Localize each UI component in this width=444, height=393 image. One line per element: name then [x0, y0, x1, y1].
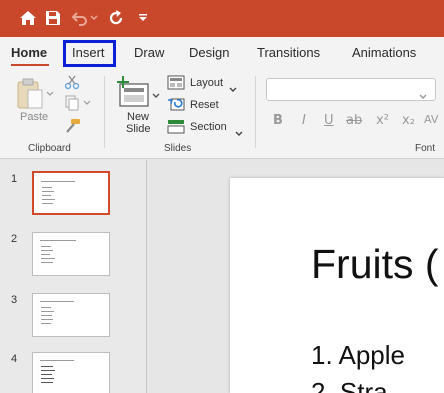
slides-group-label: Slides [164, 143, 192, 154]
clipboard-group-label: Clipboard [28, 143, 71, 154]
undo-icon[interactable] [70, 8, 90, 28]
subscript-button[interactable]: x₂ [402, 113, 415, 128]
chevron-down-icon[interactable] [419, 87, 427, 99]
slide-title[interactable]: Fruits ( [311, 241, 439, 288]
active-tab-indicator [11, 64, 49, 66]
copy-icon[interactable] [64, 95, 92, 111]
reset-button[interactable]: Reset [190, 99, 219, 111]
slide-thumbnail[interactable] [32, 352, 110, 393]
slide-number: 3 [11, 294, 18, 306]
slide-thumbnail[interactable] [32, 232, 110, 276]
redo-icon[interactable] [106, 8, 126, 28]
chevron-down-icon[interactable] [235, 124, 243, 136]
underline-button[interactable]: U [324, 113, 334, 128]
customize-icon[interactable] [133, 8, 153, 28]
paste-icon[interactable] [14, 76, 56, 112]
reset-icon [167, 97, 185, 112]
insert-tab-highlight [63, 40, 116, 67]
tab-transitions[interactable]: Transitions [257, 45, 320, 60]
layout-icon [167, 75, 185, 90]
paste-button[interactable]: Paste [20, 111, 48, 123]
ribbon: Paste Clipboard New Slide Layout Reset S… [0, 68, 444, 159]
slide-thumbnail[interactable] [32, 293, 110, 337]
slide-thumbnail[interactable] [32, 171, 110, 215]
slide-number: 2 [11, 233, 18, 245]
superscript-button[interactable]: x² [376, 113, 389, 128]
italic-button[interactable]: I [302, 113, 306, 128]
tab-draw[interactable]: Draw [134, 45, 164, 60]
save-icon[interactable] [43, 8, 63, 28]
slide-list-item[interactable]: 2. Stra [311, 377, 388, 393]
undo-dropdown-icon[interactable] [89, 8, 99, 28]
format-painter-icon[interactable] [63, 118, 81, 134]
tab-animations[interactable]: Animations [352, 45, 416, 60]
section-icon [167, 119, 185, 134]
character-spacing-button[interactable]: AV [424, 113, 438, 126]
slide-number: 4 [11, 353, 18, 365]
strikethrough-button[interactable]: ab [346, 113, 362, 128]
font-name-field[interactable] [266, 78, 436, 101]
title-bar [0, 0, 444, 37]
ribbon-separator [104, 76, 105, 148]
ribbon-separator [255, 76, 256, 148]
font-group-label: Font [415, 143, 436, 154]
slide-number: 1 [11, 173, 18, 185]
chevron-down-icon[interactable] [229, 80, 237, 92]
slide-editor[interactable]: Fruits ( 1. Apple 2. Stra [230, 178, 444, 393]
tab-design[interactable]: Design [189, 45, 229, 60]
cut-icon[interactable] [64, 74, 80, 90]
bold-button[interactable]: B [273, 113, 283, 128]
new-slide-icon[interactable] [114, 74, 164, 110]
slide-list-item[interactable]: 1. Apple [311, 340, 405, 371]
new-slide-label-2[interactable]: Slide [126, 123, 150, 135]
new-slide-label[interactable]: New [127, 111, 149, 123]
layout-button[interactable]: Layout [190, 77, 223, 89]
section-button[interactable]: Section [190, 121, 227, 133]
tab-home[interactable]: Home [11, 45, 47, 60]
home-icon[interactable] [18, 8, 38, 28]
